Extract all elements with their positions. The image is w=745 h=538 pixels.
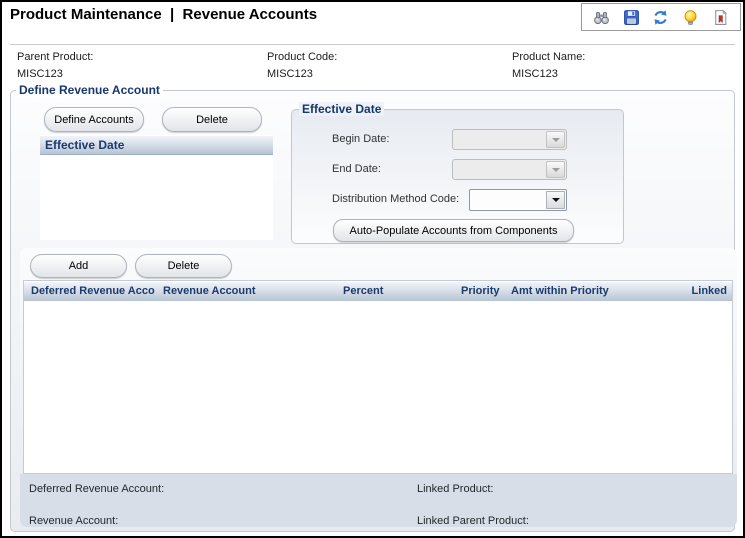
app-window: Product Maintenance | Revenue Accounts P… [0,0,745,538]
summary-panel [20,474,737,527]
deferred-revenue-account-label: Deferred Revenue Account: [29,483,165,495]
toolbar [581,3,741,31]
define-revenue-account-legend: Define Revenue Account [16,83,163,97]
revenue-accounts-grid-body[interactable] [24,301,732,473]
column-header-linked: Linked [691,285,727,297]
product-code-value: MISC123 [267,68,313,80]
begin-date-combobox [452,129,567,150]
find-binoculars-icon[interactable] [592,7,612,27]
linked-product-label: Linked Product: [417,483,494,495]
end-date-label: End Date: [332,163,381,175]
effective-date-list-header: Effective Date [40,135,273,155]
end-date-dropdown-button [546,161,565,178]
parent-product-value: MISC123 [17,68,63,80]
linked-parent-product-label: Linked Parent Product: [417,515,529,527]
revenue-account-label: Revenue Account: [29,515,119,527]
chevron-down-icon [551,198,560,202]
begin-date-dropdown-button [546,131,565,148]
chevron-down-icon [551,167,560,172]
refresh-icon[interactable] [651,7,671,27]
column-header-deferred-revenue-account: Deferred Revenue Acco [31,285,155,297]
tip-lightbulb-icon[interactable] [681,7,701,27]
end-date-combobox [452,159,567,180]
revenue-accounts-grid: Deferred Revenue Acco Revenue Account Pe… [23,280,733,474]
column-header-amt-within-priority: Amt within Priority [511,285,609,297]
report-icon[interactable] [710,7,730,27]
revenue-accounts-grid-header: Deferred Revenue Acco Revenue Account Pe… [24,281,732,302]
column-header-revenue-account: Revenue Account [163,285,256,297]
column-header-priority: Priority [461,285,500,297]
distribution-method-code-combobox[interactable] [469,189,567,211]
effective-date-list[interactable] [40,155,273,240]
add-account-button[interactable]: Add [30,254,127,278]
delete-account-button[interactable]: Delete [135,254,232,278]
auto-populate-button[interactable]: Auto-Populate Accounts from Components [333,219,574,242]
column-header-percent: Percent [343,285,384,297]
distribution-method-code-label: Distribution Method Code: [332,193,460,205]
begin-date-label: Begin Date: [332,133,390,145]
parent-product-label: Parent Product: [17,51,94,63]
save-icon[interactable] [621,7,641,27]
distribution-method-code-dropdown-button[interactable] [546,191,565,209]
chevron-down-icon [551,137,560,142]
page-title: Product Maintenance | Revenue Accounts [10,6,318,23]
effective-date-legend: Effective Date [299,102,385,116]
product-code-label: Product Code: [267,51,338,63]
divider [10,44,735,45]
delete-effective-date-button[interactable]: Delete [162,107,262,132]
define-accounts-button[interactable]: Define Accounts [44,107,144,132]
product-name-label: Product Name: [512,51,586,63]
product-name-value: MISC123 [512,68,558,80]
